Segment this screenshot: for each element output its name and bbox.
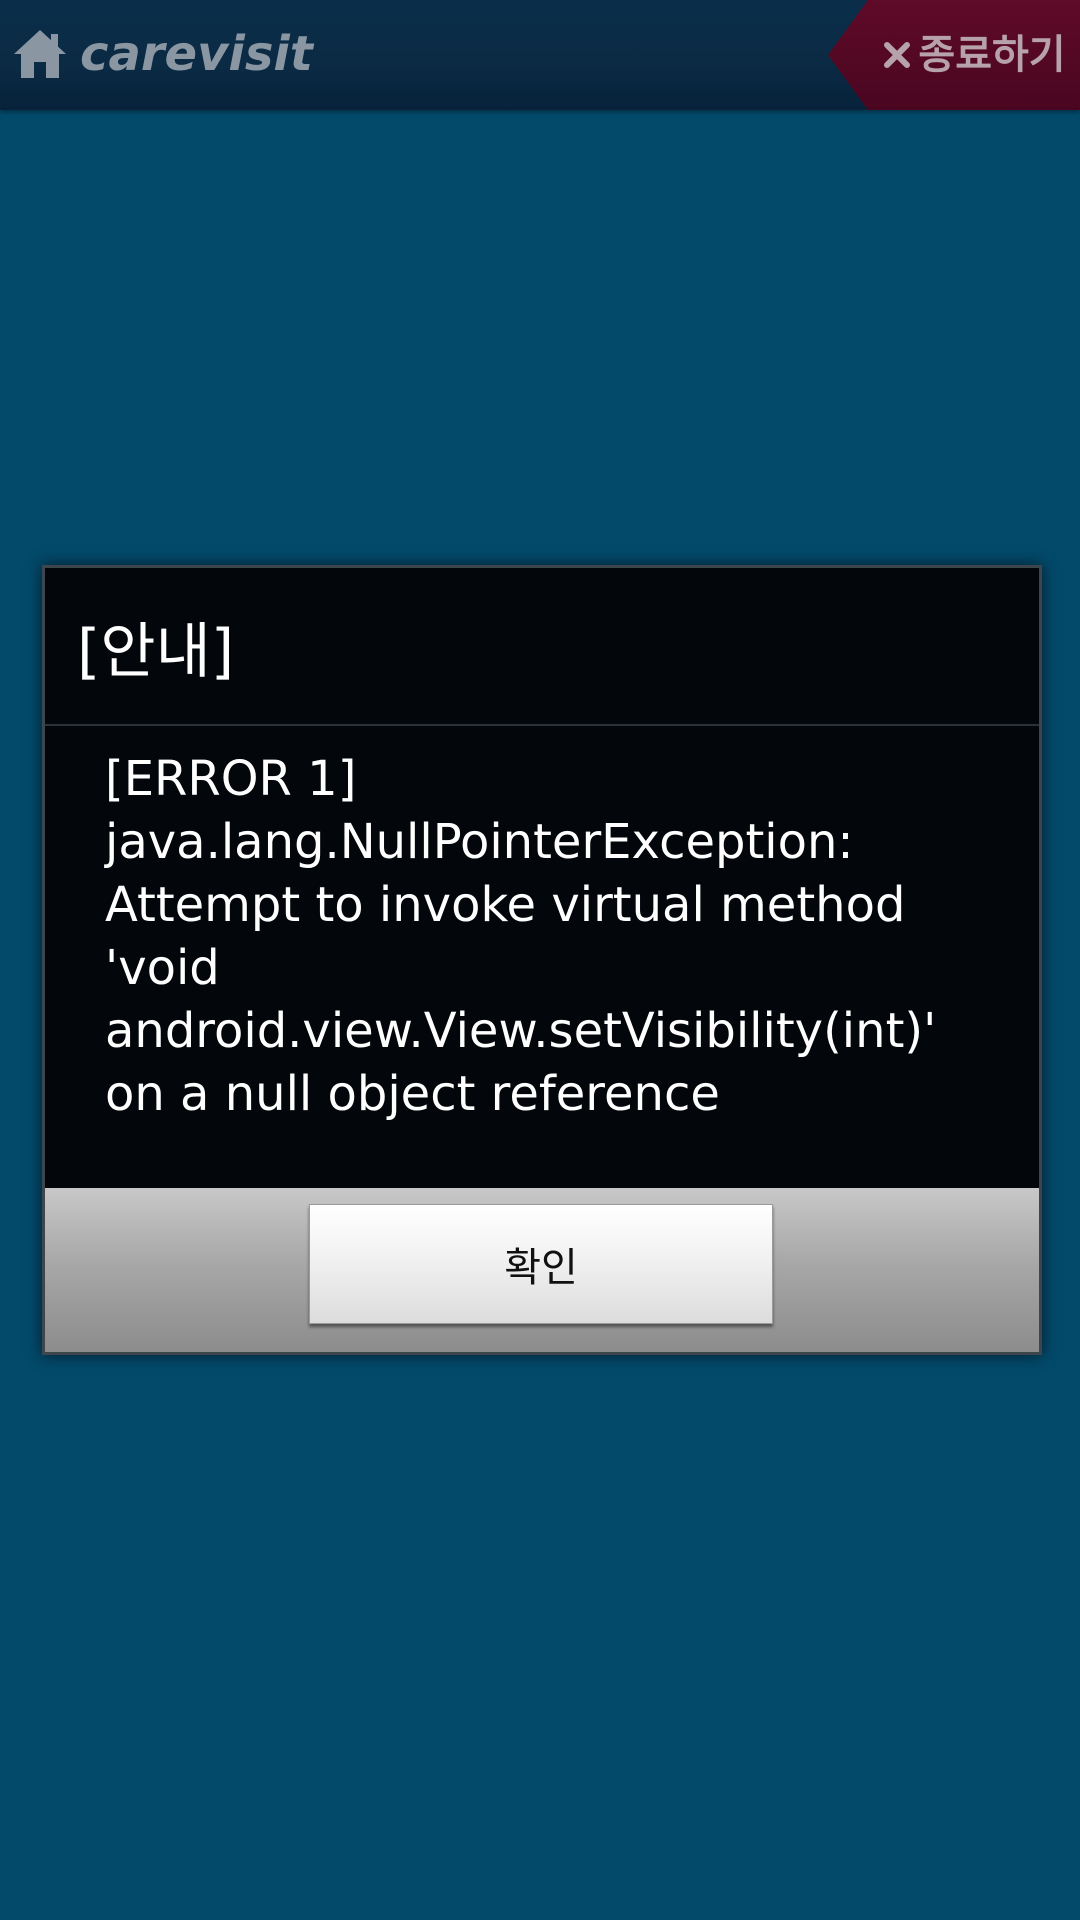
home-button[interactable] xyxy=(12,26,68,82)
dialog-title: [안내] xyxy=(77,617,235,687)
exit-button[interactable]: 종료하기 xyxy=(828,0,1080,110)
exit-button-label: 종료하기 xyxy=(918,32,1066,78)
error-dialog: [안내] [ERROR 1] java.lang.NullPointerExce… xyxy=(42,565,1042,1355)
confirm-button-label: 확인 xyxy=(504,1245,578,1291)
home-icon xyxy=(14,30,66,78)
dialog-message: [ERROR 1] java.lang.NullPointerException… xyxy=(105,751,937,1122)
app-logo: carevisit xyxy=(80,26,313,82)
dialog-footer: 확인 xyxy=(45,1188,1039,1352)
dialog-divider xyxy=(45,724,1039,726)
top-app-bar: carevisit 종료하기 xyxy=(0,0,1080,110)
close-x-icon xyxy=(884,42,911,68)
confirm-button[interactable]: 확인 xyxy=(309,1204,773,1324)
